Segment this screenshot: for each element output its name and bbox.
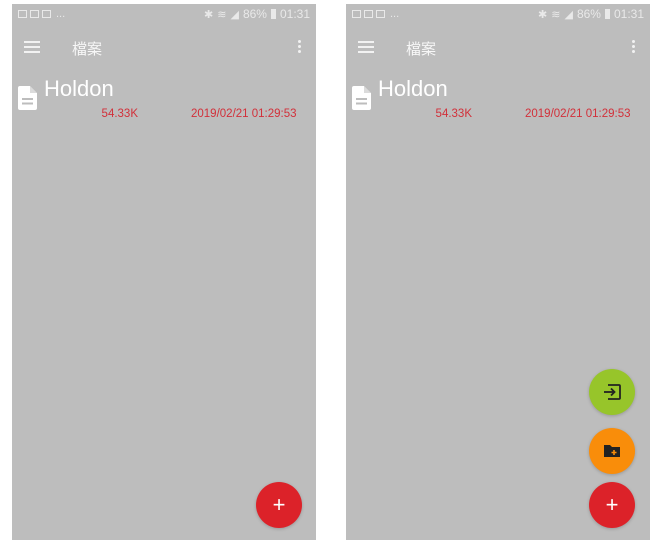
app-bar: 檔案 bbox=[346, 26, 650, 70]
add-button[interactable]: + bbox=[256, 482, 302, 528]
notification-icons: ... bbox=[18, 8, 65, 20]
phone-screen-left: ... ✱ ≋ ◢ 86% 01:31 檔案 Holdon 54.33K 201… bbox=[12, 4, 316, 540]
photo-icon bbox=[364, 10, 373, 18]
file-list-item[interactable]: Holdon 54.33K 2019/02/21 01:29:53 bbox=[12, 74, 316, 129]
more-vert-icon[interactable] bbox=[298, 40, 302, 54]
file-date: 2019/02/21 01:29:53 bbox=[191, 108, 297, 120]
status-bar: ... ✱ ≋ ◢ 86% 01:31 bbox=[346, 4, 650, 26]
file-name: Holdon bbox=[378, 76, 448, 101]
image-icon bbox=[352, 10, 361, 18]
system-icons: ✱ ≋ ◢ 86% 01:31 bbox=[538, 7, 644, 21]
plus-icon: + bbox=[272, 492, 286, 517]
new-folder-icon bbox=[604, 445, 620, 457]
plus-icon: + bbox=[605, 492, 619, 517]
image-icon bbox=[18, 10, 27, 18]
wifi-icon: ≋ bbox=[217, 8, 227, 21]
bluetooth-icon: ✱ bbox=[204, 8, 214, 21]
gallery-icon bbox=[376, 10, 385, 18]
battery-icon bbox=[604, 9, 610, 19]
app-bar: 檔案 bbox=[12, 26, 316, 70]
file-date: 2019/02/21 01:29:53 bbox=[525, 108, 631, 120]
battery-icon bbox=[270, 9, 276, 19]
import-file-button[interactable] bbox=[589, 369, 635, 415]
more-vert-icon[interactable] bbox=[632, 40, 636, 54]
file-size: 54.33K bbox=[101, 108, 138, 120]
file-name: Holdon bbox=[44, 76, 114, 101]
file-size: 54.33K bbox=[435, 108, 472, 120]
status-bar: ... ✱ ≋ ◢ 86% 01:31 bbox=[12, 4, 316, 26]
signal-icon: ◢ bbox=[230, 8, 239, 21]
file-document-icon bbox=[18, 86, 37, 110]
battery-percent: 86% bbox=[576, 7, 601, 21]
page-title: 檔案 bbox=[406, 41, 437, 58]
status-dots: ... bbox=[56, 8, 66, 20]
notification-icons: ... bbox=[352, 8, 399, 20]
add-button[interactable]: + bbox=[589, 482, 635, 528]
status-dots: ... bbox=[390, 8, 400, 20]
new-folder-button[interactable] bbox=[589, 428, 635, 474]
phone-screen-right: ... ✱ ≋ ◢ 86% 01:31 檔案 Holdon 54.33K 201… bbox=[346, 4, 650, 540]
status-time: 01:31 bbox=[279, 7, 310, 21]
menu-icon[interactable] bbox=[24, 41, 40, 53]
photo-icon bbox=[30, 10, 39, 18]
file-document-icon bbox=[352, 86, 371, 110]
import-file-icon bbox=[604, 384, 621, 400]
system-icons: ✱ ≋ ◢ 86% 01:31 bbox=[204, 7, 310, 21]
battery-percent: 86% bbox=[242, 7, 267, 21]
menu-icon[interactable] bbox=[358, 41, 374, 53]
bluetooth-icon: ✱ bbox=[538, 8, 548, 21]
wifi-icon: ≋ bbox=[551, 8, 561, 21]
gallery-icon bbox=[42, 10, 51, 18]
page-title: 檔案 bbox=[72, 41, 103, 58]
status-time: 01:31 bbox=[613, 7, 644, 21]
file-list-item[interactable]: Holdon 54.33K 2019/02/21 01:29:53 bbox=[346, 74, 650, 129]
signal-icon: ◢ bbox=[564, 8, 573, 21]
